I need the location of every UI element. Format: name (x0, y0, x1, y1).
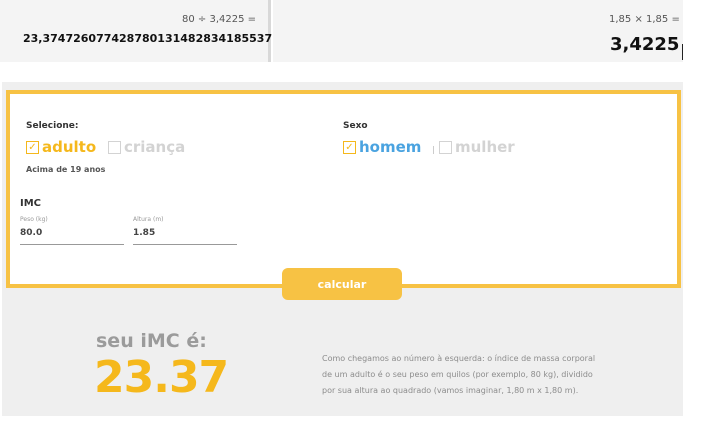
divider-tick (433, 146, 434, 154)
imc-result-label: seu iMC é: (96, 330, 207, 352)
age-option-crianca[interactable]: criança (108, 138, 185, 156)
age-note: Acima de 19 anos (26, 165, 106, 174)
height-input[interactable]: 1.85 (133, 228, 155, 238)
weight-underline (20, 244, 124, 245)
sex-option-mulher[interactable]: mulher (439, 138, 515, 156)
height-label: Altura (m) (133, 216, 164, 223)
weight-label: Peso (kg) (20, 216, 48, 223)
checkbox-checked-icon: ✓ (343, 140, 356, 154)
calculator-right-panel: 1,85 × 1,85 = 3,4225 (273, 0, 683, 62)
calculate-button[interactable]: calcular (282, 268, 402, 300)
weight-input[interactable]: 80.0 (20, 228, 42, 238)
age-option-label: adulto (42, 138, 97, 156)
calculator-right-result: 3,4225 (610, 34, 680, 55)
height-underline (133, 244, 237, 245)
age-option-label: criança (124, 138, 186, 156)
checkbox-empty-icon (108, 140, 121, 154)
select-label: Selecione: (26, 121, 79, 131)
calculator-right-expression: 1,85 × 1,85 = (609, 14, 680, 25)
calculator-left-expression: 80 ÷ 3,4225 = (182, 14, 257, 25)
calculator-left-result: 23,374726077428780131482834185537 (23, 32, 273, 45)
sex-label: Sexo (343, 121, 368, 131)
checkbox-checked-icon: ✓ (26, 140, 39, 154)
sex-option-label: mulher (455, 138, 515, 156)
imc-title: IMC (20, 198, 42, 209)
text-caret (682, 44, 683, 60)
imc-form-box: Selecione: ✓ adulto criança Acima de 19 … (6, 90, 681, 288)
sex-option-homem[interactable]: ✓ homem (343, 138, 421, 156)
sex-option-label: homem (359, 138, 422, 156)
age-option-adulto[interactable]: ✓ adulto (26, 138, 96, 156)
checkbox-empty-icon (439, 140, 452, 154)
imc-explanation: Como chegamos ao número à esquerda: o ín… (322, 354, 596, 395)
calculator-left-panel: 80 ÷ 3,4225 = 23,37472607742878013148283… (0, 0, 273, 62)
imc-result-value: 23.37 (94, 352, 229, 403)
